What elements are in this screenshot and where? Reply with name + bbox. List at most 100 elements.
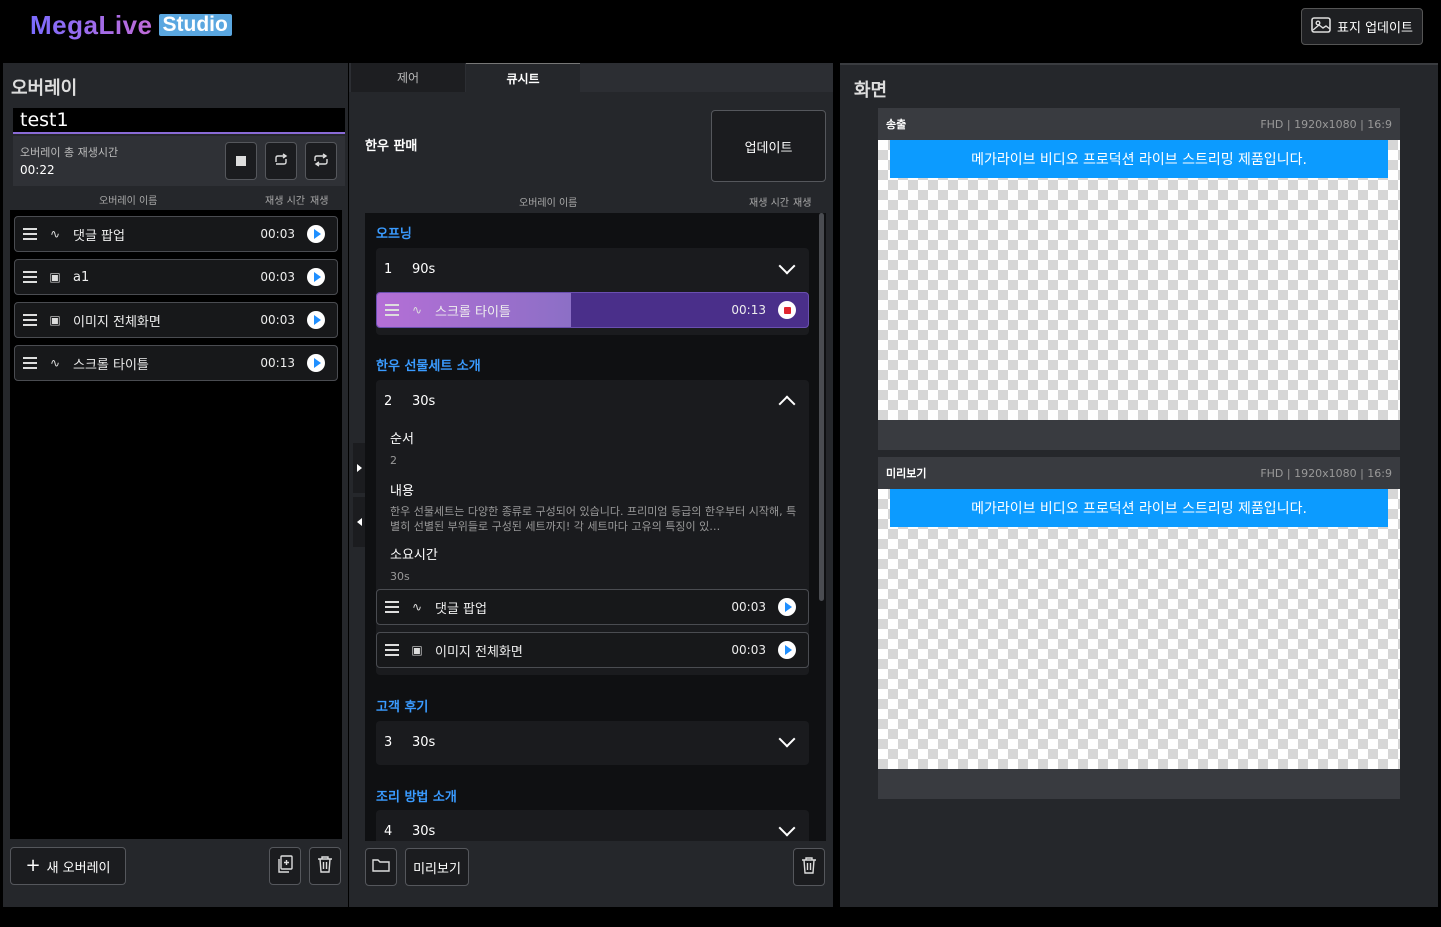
preview-spec: FHD | 1920x1080 | 16:9 [1260,466,1392,480]
chevron-down-icon[interactable] [778,257,796,275]
expand-left-handle[interactable] [353,443,365,493]
drag-handle-icon[interactable] [23,314,37,326]
list-item[interactable]: ∿ 댓글 팝업 00:03 [14,216,338,252]
chevron-up-icon[interactable] [778,395,796,413]
play-icon[interactable] [307,311,325,329]
screen-panel: 화면 송출 FHD | 1920x1080 | 16:9 메가라이브 비디오 프… [840,63,1438,907]
preview-screen: 미리보기 FHD | 1920x1080 | 16:9 메가라이브 비디오 프로… [878,457,1400,799]
play-icon[interactable] [307,268,325,286]
column-header-time: 재생 시간 [749,198,789,209]
tab-cuesheet[interactable]: 큐시트 [466,63,580,92]
new-overlay-button[interactable]: + 새 오버레이 [10,847,126,885]
plus-icon: + [25,855,41,876]
section-title: 조리 방법 소개 [376,790,457,805]
segment-number: 3 [384,734,393,750]
cover-update-button[interactable]: 표지 업데이트 [1301,8,1423,45]
collapse-left-handle[interactable] [353,497,365,547]
stop-button[interactable] [225,142,257,180]
overlay-panel: 오버레이 test1 오버레이 총 재생시간 00:22 오버레이 이름 재생 … [3,63,348,907]
chevron-down-icon[interactable] [778,819,796,837]
column-header-play: 재생 [310,196,329,207]
logo-main-text: MegaLive [30,9,153,40]
trash-icon [317,855,333,877]
total-time-value: 00:22 [20,163,55,177]
scroll-icon: ∿ [411,303,423,317]
caret-right-icon [356,464,362,472]
list-item[interactable]: ▣ a1 00:03 [14,259,338,295]
segment-header[interactable]: 4 30s [376,810,809,841]
list-item[interactable]: ▣ 이미지 전체화면 00:03 [14,302,338,338]
screen-panel-title: 화면 [854,80,888,101]
scrollbar[interactable] [819,213,824,601]
cue-item-label: 댓글 팝업 [435,601,487,617]
list-item[interactable]: ▣ 이미지 전체화면 00:03 [376,632,809,668]
segment-duration: 90s [412,261,436,277]
detail-content-value: 한우 선물세트는 다양한 종류로 구성되어 있습니다. 프리미엄 등급의 한우부… [390,505,797,533]
playing-item[interactable]: ∿ 스크롤 타이틀 00:13 [376,292,809,328]
open-folder-button[interactable] [365,848,397,886]
program-canvas: 메가라이브 비디오 프로덕션 라이브 스트리밍 제품입니다. [878,140,1400,420]
segment-header[interactable]: 2 30s [376,380,809,422]
list-item[interactable]: ∿ 스크롤 타이틀 00:13 [14,345,338,381]
program-spec: FHD | 1920x1080 | 16:9 [1260,117,1392,131]
overlay-item-label: a1 [73,269,90,285]
loop-icon [313,152,329,171]
duplicate-button[interactable] [269,847,301,885]
folder-icon [372,857,390,877]
segment-duration: 30s [412,734,436,750]
image-icon: ▣ [49,313,61,327]
tab-control[interactable]: 제어 [351,63,465,92]
duplicate-icon [277,855,293,877]
segment-header[interactable]: 1 90s [376,248,809,290]
detail-duration-label: 소요시간 [390,548,438,563]
caret-left-icon [356,518,362,526]
preview-canvas: 메가라이브 비디오 프로덕션 라이브 스트리밍 제품입니다. [878,489,1400,769]
repeat-icon [273,152,289,171]
image-icon: ▣ [411,643,423,657]
chevron-down-icon[interactable] [778,730,796,748]
stop-icon[interactable] [778,301,796,319]
drag-handle-icon[interactable] [385,644,399,656]
cuesheet-list: 오프닝 1 90s ∿ 스크롤 타이틀 00:13 한우 선물세트 소개 2 3… [365,213,826,841]
detail-content-label: 내용 [390,484,414,499]
section-title: 한우 선물세트 소개 [376,359,481,374]
overlay-item-label: 스크롤 타이틀 [73,357,149,373]
cuesheet-panel: 제어 큐시트 한우 판매 업데이트 오버레이 이름 재생 시간 재생 오프닝 1… [349,63,833,907]
overlay-name-input[interactable]: test1 [13,108,345,134]
drag-handle-icon[interactable] [23,357,37,369]
play-icon[interactable] [778,598,796,616]
repeat-once-button[interactable] [265,142,297,180]
overlay-item-label: 이미지 전체화면 [73,314,161,330]
play-icon[interactable] [307,354,325,372]
preview-button[interactable]: 미리보기 [405,848,469,886]
update-button[interactable]: 업데이트 [711,110,826,182]
play-icon[interactable] [778,641,796,659]
drag-handle-icon[interactable] [385,304,399,316]
delete-cue-button[interactable] [793,848,825,886]
playing-item-label: 스크롤 타이틀 [435,304,511,320]
detail-order-value: 2 [390,454,397,467]
program-banner: 메가라이브 비디오 프로덕션 라이브 스트리밍 제품입니다. [890,140,1388,178]
delete-overlay-button[interactable] [309,847,341,885]
app-logo: MegaLive Studio [30,10,232,40]
detail-duration-value: 30s [390,570,410,583]
overlay-list: ∿ 댓글 팝업 00:03 ▣ a1 00:03 ▣ 이미지 전체화면 00:0… [10,210,342,839]
drag-handle-icon[interactable] [23,271,37,283]
column-header-name: 오버레이 이름 [519,198,578,209]
drag-handle-icon[interactable] [23,228,37,240]
loop-button[interactable] [305,142,337,180]
cover-update-label: 표지 업데이트 [1337,21,1413,36]
total-time-label: 오버레이 총 재생시간 [20,146,119,159]
segment-header[interactable]: 3 30s [376,721,809,763]
segment-duration: 30s [412,393,436,409]
play-icon[interactable] [307,225,325,243]
program-header: 송출 FHD | 1920x1080 | 16:9 [878,108,1400,140]
list-item[interactable]: ∿ 댓글 팝업 00:03 [376,589,809,625]
segment-number: 2 [384,393,393,409]
program-label: 송출 [886,118,907,131]
segment-1: 1 90s ∿ 스크롤 타이틀 00:13 [376,248,809,335]
trash-icon [801,856,817,878]
cue-item-time: 00:03 [731,600,766,614]
playing-item-time: 00:13 [731,303,766,317]
drag-handle-icon[interactable] [385,601,399,613]
